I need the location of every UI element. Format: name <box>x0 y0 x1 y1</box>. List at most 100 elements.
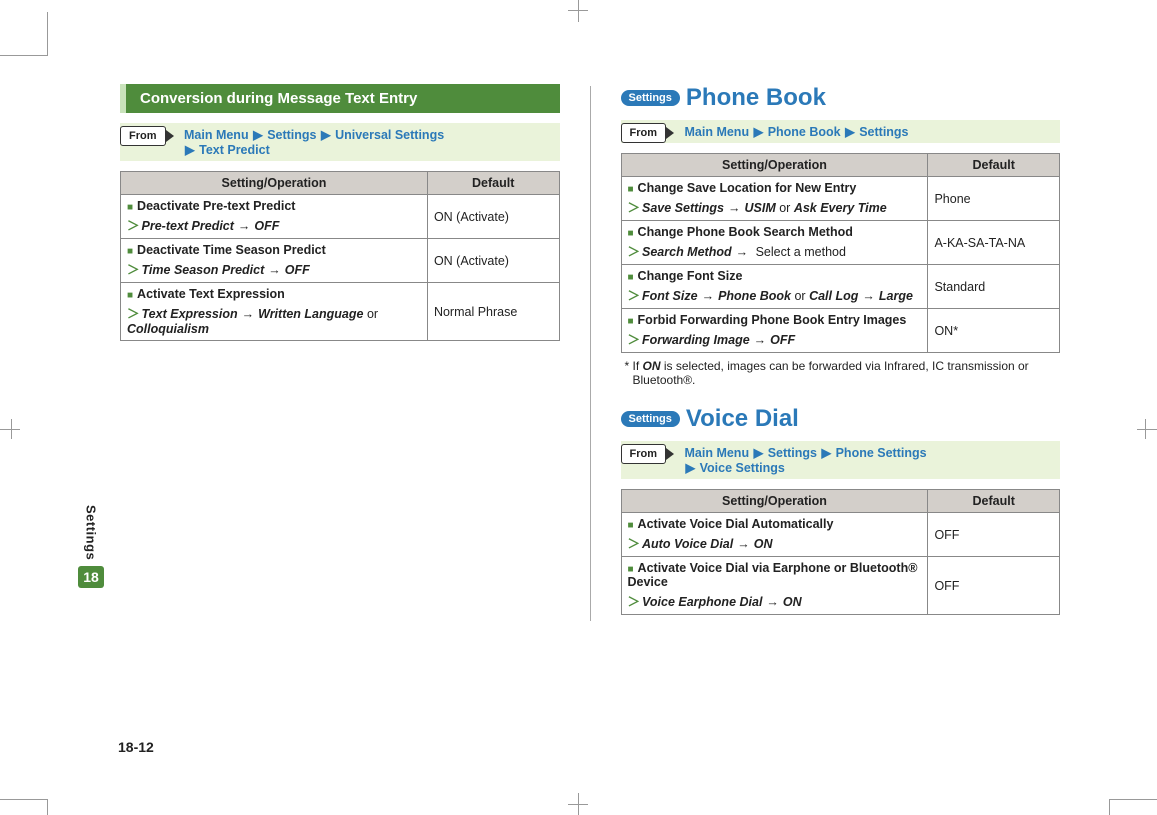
breadcrumb-item: Main Menu <box>685 446 750 460</box>
triangle-right-icon: ▶ <box>754 445 764 460</box>
breadcrumb: Main Menu ▶ Settings ▶ Universal Setting… <box>184 128 444 157</box>
section-heading: Settings Phone Book <box>621 84 1061 112</box>
chevron-right-icon: ＞ <box>628 537 641 551</box>
triangle-right-icon: ▶ <box>845 124 855 139</box>
square-bullet-icon: ■ <box>127 202 133 213</box>
default-value: OFF <box>928 557 1060 615</box>
setting-title: ■Activate Voice Dial Automatically <box>628 517 922 531</box>
chevron-right-icon: ＞ <box>127 263 140 277</box>
operation-path: ＞Font Size→Phone Book or Call Log→Large <box>628 285 922 304</box>
setting-title: ■Change Font Size <box>628 269 922 283</box>
breadcrumb-item: Main Menu <box>685 125 750 139</box>
page-number: 18-12 <box>118 739 154 755</box>
default-value: OFF <box>928 513 1060 557</box>
crop-mark <box>0 55 48 56</box>
setting-title: ■Forbid Forwarding Phone Book Entry Imag… <box>628 313 922 327</box>
side-tab-label: Settings <box>84 505 99 560</box>
operation-path: ＞Text Expression→Written Language or Col… <box>127 303 421 336</box>
square-bullet-icon: ■ <box>628 564 634 575</box>
breadcrumb-item: Settings <box>768 446 817 460</box>
side-tab: Settings 18 <box>78 505 104 588</box>
breadcrumb-item: Settings <box>859 125 908 139</box>
operation-path: ＞Pre-text Predict→OFF <box>127 215 421 234</box>
crop-mark <box>1109 799 1157 800</box>
crop-mark <box>47 12 48 56</box>
crop-mark <box>47 800 48 815</box>
crop-mark <box>11 419 12 439</box>
triangle-right-icon: ▶ <box>253 127 263 142</box>
settings-pill: Settings <box>621 90 680 106</box>
footnote: * If ON is selected, images can be forwa… <box>623 359 1059 387</box>
default-value: Normal Phrase <box>427 283 559 341</box>
triangle-right-icon: ▶ <box>321 127 331 142</box>
table-row: ■Forbid Forwarding Phone Book Entry Imag… <box>621 309 1060 353</box>
setting-title: ■Deactivate Pre-text Predict <box>127 199 421 213</box>
col-header-setting: Setting/Operation <box>121 172 428 195</box>
chevron-right-icon: ＞ <box>628 289 641 303</box>
square-bullet-icon: ■ <box>127 246 133 257</box>
square-bullet-icon: ■ <box>628 228 634 239</box>
operation-path: ＞Search Method→ Select a method <box>628 241 922 260</box>
operation-path: ＞Save Settings→USIM or Ask Every Time <box>628 197 922 216</box>
crop-mark <box>1109 800 1110 815</box>
default-value: Phone <box>928 177 1060 221</box>
document-page: Settings 18 18-12 Conversion during Mess… <box>0 0 1157 815</box>
table-row: ■Activate Voice Dial via Earphone or Blu… <box>621 557 1060 615</box>
right-column: Settings Phone Book From Main Menu ▶ Phone … <box>621 80 1061 621</box>
setting-title: ■Activate Text Expression <box>127 287 421 301</box>
settings-table: Setting/OperationDefault■Change Save Loc… <box>621 153 1061 353</box>
breadcrumb-item: Phone Book <box>768 125 841 139</box>
table-row: ■Activate Text Expression ＞Text Expressio… <box>121 283 560 341</box>
chevron-right-icon: ＞ <box>628 201 641 215</box>
col-header-default: Default <box>928 490 1060 513</box>
crop-mark <box>1137 429 1157 430</box>
setting-title: ■Deactivate Time Season Predict <box>127 243 421 257</box>
breadcrumb-item: Universal Settings <box>335 128 444 142</box>
square-bullet-icon: ■ <box>628 520 634 531</box>
settings-table: Setting/OperationDefault■Activate Voice … <box>621 489 1061 615</box>
col-header-default: Default <box>928 154 1060 177</box>
side-tab-number: 18 <box>78 566 104 588</box>
operation-path: ＞Voice Earphone Dial→ON <box>628 591 922 610</box>
breadcrumb-item: Settings <box>267 128 316 142</box>
col-header-default: Default <box>427 172 559 195</box>
table-row: ■Deactivate Pre-text Predict ＞Pre-text Pr… <box>121 195 560 239</box>
from-row: From Main Menu ▶ Settings ▶ Universal Se… <box>120 123 560 161</box>
from-badge: From <box>621 123 667 143</box>
square-bullet-icon: ■ <box>628 272 634 283</box>
default-value: Standard <box>928 265 1060 309</box>
default-value: ON* <box>928 309 1060 353</box>
default-value: ON (Activate) <box>427 195 559 239</box>
table-row: ■Change Save Location for New Entry＞Save… <box>621 177 1060 221</box>
from-row: From Main Menu ▶ Phone Book ▶ Settings <box>621 120 1061 143</box>
square-bullet-icon: ■ <box>628 316 634 327</box>
crop-mark <box>568 10 588 11</box>
triangle-right-icon: ▶ <box>821 445 831 460</box>
breadcrumb-item: Text Predict <box>199 143 270 157</box>
column-divider <box>590 86 591 621</box>
table-row: ■Change Phone Book Search Method＞Search … <box>621 221 1060 265</box>
chevron-right-icon: ＞ <box>127 219 140 233</box>
section-title: Phone Book <box>686 84 826 111</box>
col-header-setting: Setting/Operation <box>621 490 928 513</box>
default-value: ON (Activate) <box>427 239 559 283</box>
from-badge: From <box>120 126 166 146</box>
square-bullet-icon: ■ <box>127 290 133 301</box>
breadcrumb: Main Menu ▶ Settings ▶ Phone Settings ▶ … <box>685 446 927 475</box>
section-title: Voice Dial <box>686 405 799 432</box>
crop-mark <box>0 799 48 800</box>
operation-path: ＞Auto Voice Dial→ON <box>628 533 922 552</box>
from-badge: From <box>621 444 667 464</box>
triangle-right-icon: ▶ <box>686 460 696 475</box>
left-column: Conversion during Message Text Entry Fro… <box>120 80 560 621</box>
content-columns: Conversion during Message Text Entry Fro… <box>120 80 1060 621</box>
setting-title: ■Activate Voice Dial via Earphone or Blu… <box>628 561 922 589</box>
square-bullet-icon: ■ <box>628 184 634 195</box>
settings-pill: Settings <box>621 411 680 427</box>
triangle-right-icon: ▶ <box>754 124 764 139</box>
breadcrumb-item: Phone Settings <box>836 446 927 460</box>
table-row: ■Change Font Size ＞Font Size→Phone Book o… <box>621 265 1060 309</box>
table-row: ■Activate Voice Dial Automatically ＞Auto … <box>621 513 1060 557</box>
crop-mark <box>0 429 20 430</box>
col-header-setting: Setting/Operation <box>621 154 928 177</box>
